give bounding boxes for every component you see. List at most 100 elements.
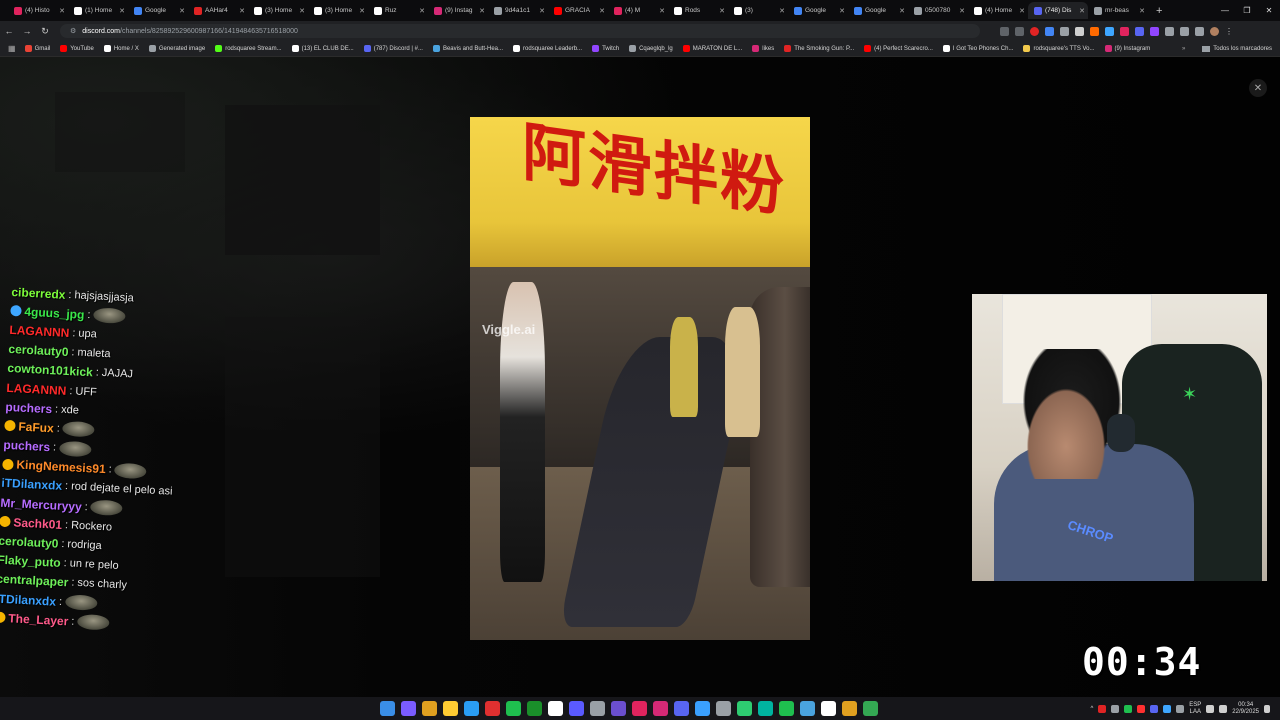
- browser-tab[interactable]: Ruz ✕: [368, 2, 428, 19]
- tab-close-icon[interactable]: ✕: [419, 7, 425, 15]
- tab-close-icon[interactable]: ✕: [599, 7, 605, 15]
- tab-close-icon[interactable]: ✕: [1139, 7, 1145, 15]
- close-viewer-button[interactable]: ✕: [1249, 79, 1267, 97]
- browser-tab[interactable]: Google ✕: [848, 2, 908, 19]
- bookmark-item[interactable]: Generated image: [144, 45, 210, 52]
- tab-close-icon[interactable]: ✕: [119, 7, 125, 15]
- browser-tab[interactable]: (3) ✕: [728, 2, 788, 19]
- taskbar-app-icon[interactable]: [758, 701, 773, 716]
- tab-close-icon[interactable]: ✕: [479, 7, 485, 15]
- taskbar-app-icon[interactable]: [695, 701, 710, 716]
- download-icon[interactable]: [1180, 26, 1189, 36]
- bookmark-item[interactable]: Gmail: [20, 45, 56, 52]
- browser-tab[interactable]: Google ✕: [788, 2, 848, 19]
- tab-close-icon[interactable]: ✕: [539, 7, 545, 15]
- extension-icon[interactable]: [1045, 26, 1054, 36]
- taskbar-app-icon[interactable]: [506, 701, 521, 716]
- reload-icon[interactable]: ↻: [36, 26, 54, 37]
- taskbar-app-icon[interactable]: [611, 701, 626, 716]
- minimize-icon[interactable]: —: [1214, 6, 1236, 15]
- extension-icon[interactable]: [1060, 26, 1069, 36]
- taskbar-app-icon[interactable]: [842, 701, 857, 716]
- bookmark-item[interactable]: Twitch: [587, 45, 624, 52]
- bookmark-item[interactable]: Cqaeglqb_lg: [624, 45, 678, 52]
- bookmark-item[interactable]: Beavis and Butt-Hea...: [428, 45, 508, 52]
- volume-icon[interactable]: [1219, 704, 1228, 713]
- avatar[interactable]: [1210, 26, 1219, 36]
- address-bar[interactable]: ⚙ discord.com/channels/82589252960098716…: [60, 24, 980, 38]
- browser-tab[interactable]: (1) Home ✕: [68, 2, 128, 19]
- taskbar-app-icon[interactable]: [632, 701, 647, 716]
- bookmark-item[interactable]: MARATON DE L...: [678, 45, 747, 52]
- taskbar-app-icon[interactable]: [674, 701, 689, 716]
- tray-chevron-icon[interactable]: ^: [1090, 706, 1093, 712]
- taskbar-app-icon[interactable]: [821, 701, 836, 716]
- bookmark-item[interactable]: (787) Discord | #...: [359, 45, 428, 52]
- browser-tab[interactable]: (9) Instag ✕: [428, 2, 488, 19]
- menu-dots-icon[interactable]: ⋮: [1225, 27, 1233, 36]
- extension-icon[interactable]: [1090, 26, 1099, 36]
- tab-close-icon[interactable]: ✕: [179, 7, 185, 15]
- tab-close-icon[interactable]: ✕: [239, 7, 245, 15]
- tab-close-icon[interactable]: ✕: [299, 7, 305, 15]
- sidepanel-icon[interactable]: [1195, 26, 1204, 36]
- taskbar-app-icon[interactable]: [485, 701, 500, 716]
- taskbar-app-icon[interactable]: [779, 701, 794, 716]
- browser-tab[interactable]: (3) Home ✕: [248, 2, 308, 19]
- browser-tab[interactable]: (748) Dis ✕: [1028, 2, 1088, 19]
- extension-icon[interactable]: [1120, 26, 1129, 36]
- network-icon[interactable]: [1206, 704, 1215, 713]
- site-info-icon[interactable]: ⚙: [70, 27, 76, 35]
- browser-tab[interactable]: 0500780 ✕: [908, 2, 968, 19]
- taskbar-app-icon[interactable]: [653, 701, 668, 716]
- taskbar-app-icon[interactable]: [527, 701, 542, 716]
- browser-tab[interactable]: (4) Home ✕: [968, 2, 1028, 19]
- extension-icon[interactable]: [1105, 26, 1114, 36]
- bookmark-item[interactable]: (4) Perfect Scarecro...: [859, 45, 938, 52]
- browser-tab[interactable]: (4) Histo ✕: [8, 2, 68, 19]
- clock[interactable]: 00:34 22/9/2025: [1232, 702, 1259, 716]
- tab-close-icon[interactable]: ✕: [839, 7, 845, 15]
- taskbar-app-icon[interactable]: [422, 701, 437, 716]
- extension-icon[interactable]: [1150, 26, 1159, 36]
- taskbar-app-icon[interactable]: [464, 701, 479, 716]
- taskbar-app-icon[interactable]: [800, 701, 815, 716]
- tab-close-icon[interactable]: ✕: [59, 7, 65, 15]
- tab-close-icon[interactable]: ✕: [959, 7, 965, 15]
- center-video[interactable]: 阿滑拌粉 Viggle.ai: [470, 117, 810, 640]
- forward-icon[interactable]: →: [18, 26, 36, 36]
- bookmark-item[interactable]: rodsquaree Leaderb...: [508, 45, 587, 52]
- star-icon[interactable]: [1015, 26, 1024, 36]
- extension-record-icon[interactable]: [1030, 26, 1039, 36]
- notification-icon[interactable]: [1264, 704, 1270, 713]
- bookmark-item[interactable]: rodsquaree's TTS Vo...: [1018, 45, 1099, 52]
- tray-app-icon[interactable]: [1137, 704, 1146, 713]
- tab-close-icon[interactable]: ✕: [899, 7, 905, 15]
- taskbar-app-icon[interactable]: [863, 701, 878, 716]
- taskbar-app-icon[interactable]: [590, 701, 605, 716]
- eye-off-icon[interactable]: [1000, 26, 1009, 36]
- bookmark-item[interactable]: Home / X: [99, 45, 144, 52]
- tab-close-icon[interactable]: ✕: [719, 7, 725, 15]
- taskbar-app-icon[interactable]: [548, 701, 563, 716]
- bookmark-item[interactable]: rodsquaree Stream...: [210, 45, 286, 52]
- browser-tab[interactable]: GRACIA ✕: [548, 2, 608, 19]
- taskbar-app-icon[interactable]: [569, 701, 584, 716]
- new-tab-button[interactable]: +: [1156, 5, 1162, 17]
- bookmark-item[interactable]: (9) Instagram: [1100, 45, 1156, 52]
- tray-app-icon[interactable]: [1111, 704, 1120, 713]
- taskbar-app-icon[interactable]: [380, 701, 395, 716]
- extension-icon[interactable]: [1135, 26, 1144, 36]
- tab-close-icon[interactable]: ✕: [779, 7, 785, 15]
- tray-app-icon[interactable]: [1150, 704, 1159, 713]
- tray-app-icon[interactable]: [1176, 704, 1185, 713]
- tab-close-icon[interactable]: ✕: [1019, 7, 1025, 15]
- bookmark-item[interactable]: I Got Teo Phones Ch...: [938, 45, 1019, 52]
- language-indicator[interactable]: ESP LAA: [1189, 702, 1201, 716]
- bookmark-item[interactable]: likes: [747, 45, 779, 52]
- bookmark-item[interactable]: YouTube: [55, 45, 99, 52]
- back-icon[interactable]: ←: [0, 26, 18, 36]
- browser-tab[interactable]: 9d4a1c1 ✕: [488, 2, 548, 19]
- taskbar-app-icon[interactable]: [737, 701, 752, 716]
- close-window-icon[interactable]: ✕: [1258, 6, 1280, 15]
